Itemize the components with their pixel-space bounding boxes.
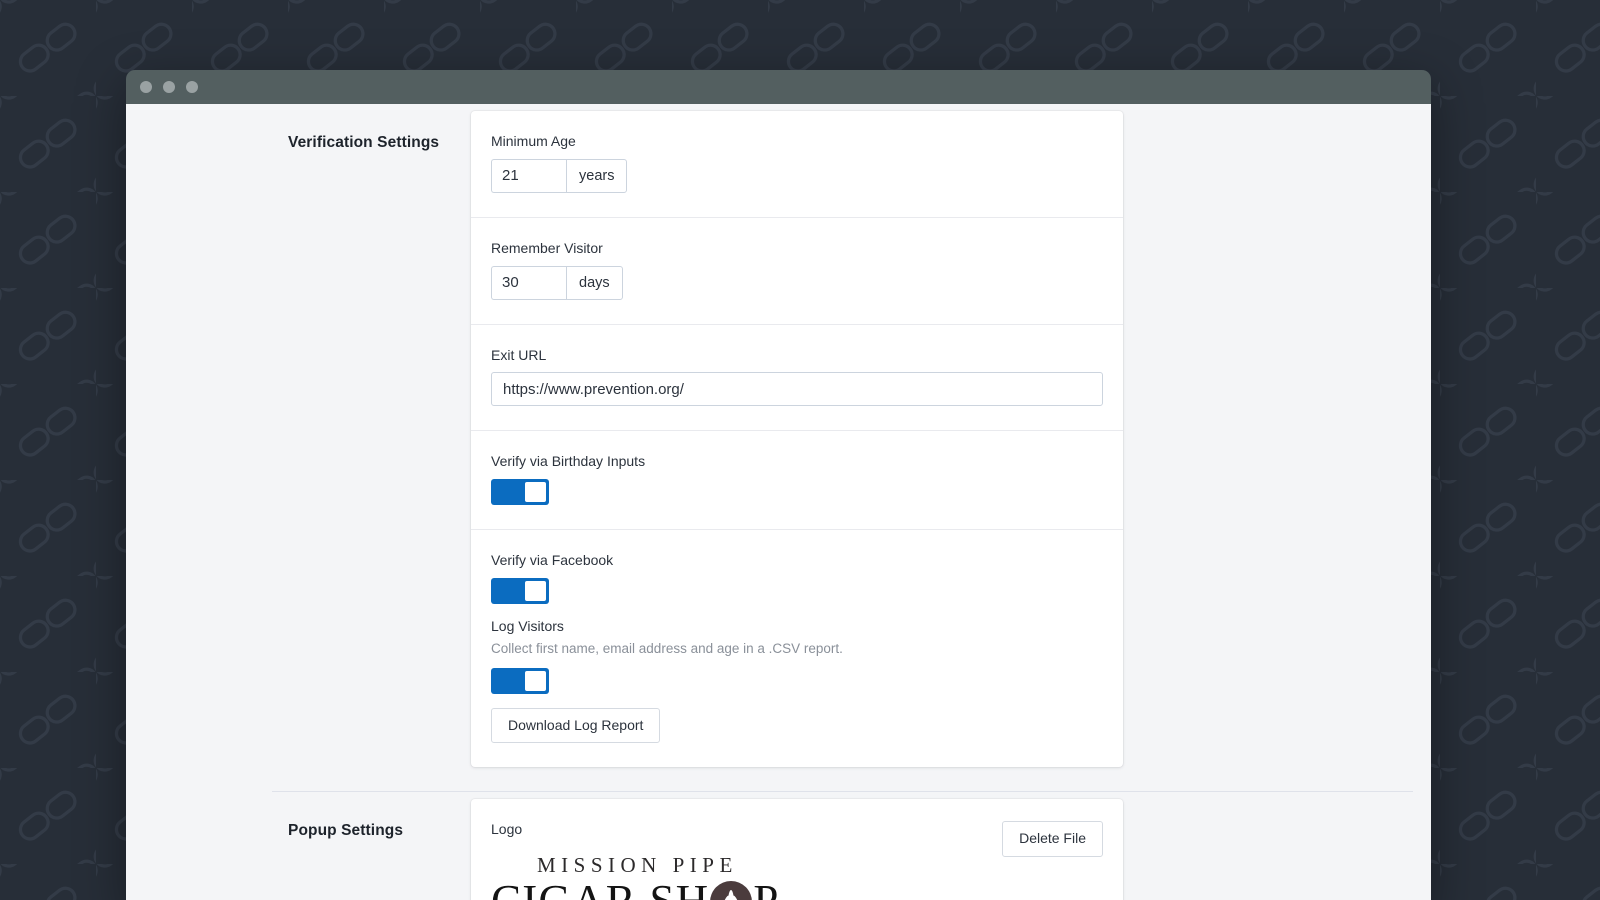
maximize-button-icon[interactable] [186, 81, 198, 93]
logo-main-after: P [753, 879, 779, 900]
window-titlebar [126, 70, 1431, 104]
minimize-button-icon[interactable] [163, 81, 175, 93]
browser-window: Verification Settings Minimum Age years … [126, 70, 1431, 900]
toggle-knob-icon [525, 482, 546, 502]
verification-settings-card: Minimum Age years Remember Visitor days [471, 111, 1123, 767]
remember-visitor-unit-addon: days [566, 266, 623, 300]
logo-main-line: CIGAR SH [491, 879, 780, 900]
download-log-report-button[interactable]: Download Log Report [491, 708, 660, 743]
label-logo: Logo [491, 821, 780, 838]
label-remember-visitor: Remember Visitor [491, 240, 1103, 257]
exit-url-input[interactable] [491, 372, 1103, 406]
toggle-verify-birthday[interactable] [491, 479, 549, 505]
remember-visitor-input[interactable] [491, 266, 566, 300]
toggle-verify-facebook[interactable] [491, 578, 549, 604]
logo-image: MISSION PIPE CIGAR SH [491, 847, 780, 900]
logo-main-before: CIGAR SH [491, 879, 709, 900]
label-minimum-age: Minimum Age [491, 133, 1103, 150]
settings-page: Verification Settings Minimum Age years … [126, 104, 1431, 900]
minimum-age-input[interactable] [491, 159, 566, 193]
delete-file-button[interactable]: Delete File [1002, 821, 1103, 856]
section-title-verification: Verification Settings [126, 104, 471, 152]
leaf-emblem-icon [710, 881, 752, 900]
row-logo: Logo MISSION PIPE CIGAR SH [471, 799, 1123, 900]
minimum-age-input-group[interactable]: years [491, 159, 627, 193]
section-verification-settings: Verification Settings Minimum Age years … [126, 104, 1431, 767]
row-verify-facebook-and-log: Verify via Facebook Log Visitors Collect… [471, 530, 1123, 767]
section-popup-settings: Popup Settings Logo MISSION PIPE CIGAR S… [126, 792, 1431, 900]
row-remember-visitor: Remember Visitor days [471, 218, 1123, 325]
row-minimum-age: Minimum Age years [471, 111, 1123, 218]
label-log-visitors: Log Visitors [491, 618, 1103, 635]
row-exit-url: Exit URL [471, 325, 1123, 432]
help-log-visitors: Collect first name, email address and ag… [491, 640, 1103, 658]
toggle-knob-icon [525, 671, 546, 691]
minimum-age-unit-addon: years [566, 159, 627, 193]
row-verify-birthday: Verify via Birthday Inputs [471, 431, 1123, 530]
popup-settings-card: Logo MISSION PIPE CIGAR SH [471, 799, 1123, 900]
remember-visitor-input-group[interactable]: days [491, 266, 623, 300]
logo-top-line: MISSION PIPE [491, 853, 780, 878]
toggle-knob-icon [525, 581, 546, 601]
label-exit-url: Exit URL [491, 347, 1103, 364]
toggle-log-visitors[interactable] [491, 668, 549, 694]
label-verify-birthday: Verify via Birthday Inputs [491, 453, 1103, 470]
label-verify-facebook: Verify via Facebook [491, 552, 1103, 569]
close-button-icon[interactable] [140, 81, 152, 93]
section-title-popup: Popup Settings [126, 792, 471, 840]
